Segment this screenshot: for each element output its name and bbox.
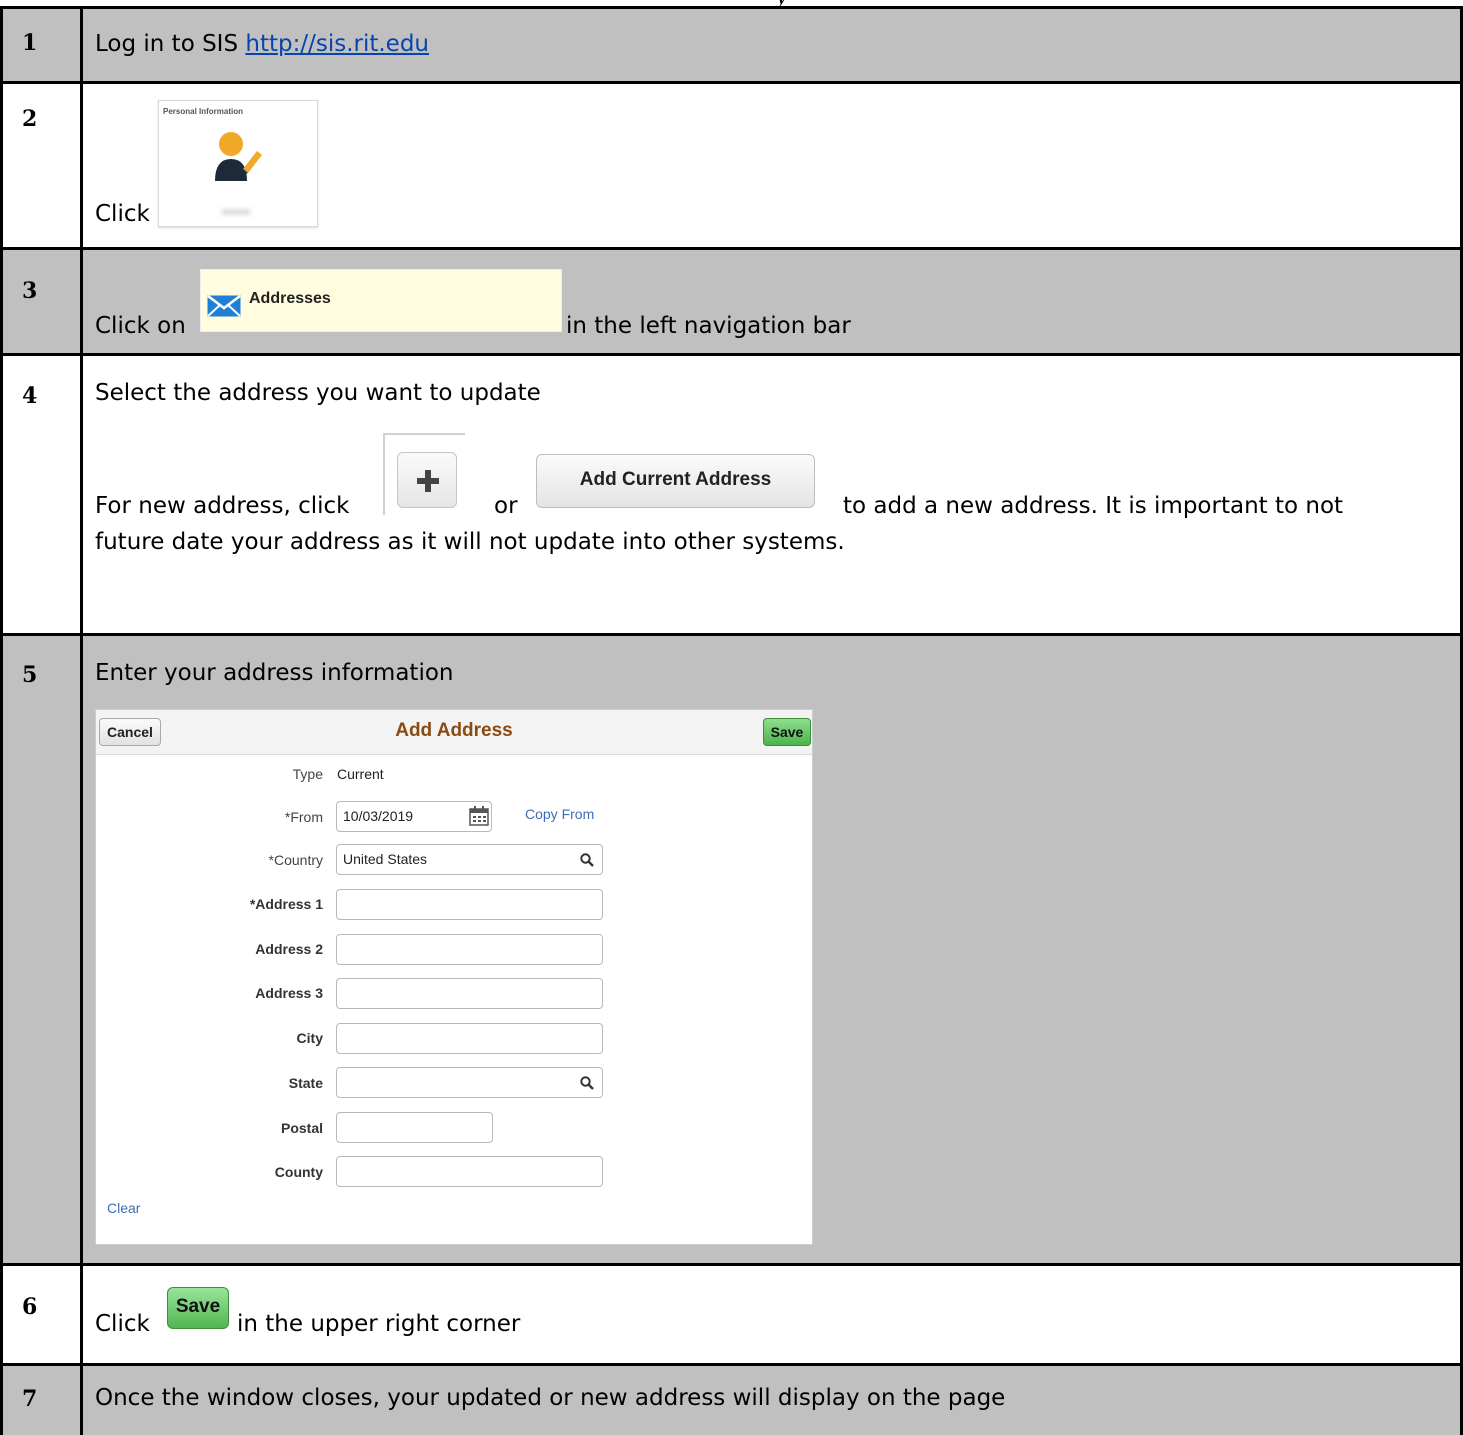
address-1-field[interactable] (336, 889, 603, 920)
step-number: 1 (22, 30, 38, 56)
postal-field[interactable] (336, 1112, 493, 1143)
step-3-text-before: Click on (95, 313, 186, 339)
grid-line (0, 353, 1463, 356)
grid-line (0, 633, 1463, 636)
search-icon[interactable] (580, 853, 594, 867)
add-address-plus-button[interactable] (397, 452, 457, 508)
step-5-text: Enter your address information (95, 660, 454, 686)
county-field[interactable] (336, 1156, 603, 1187)
step-2-text: Click (95, 201, 150, 227)
calendar-icon[interactable] (469, 806, 489, 826)
step-7-text: Once the window closes, your updated or … (95, 1385, 1006, 1411)
grid-line (0, 1263, 1463, 1266)
step-1-text: Log in to SIS http://sis.rit.edu (95, 31, 429, 57)
grid-line (0, 1363, 1463, 1366)
step-number: 5 (22, 662, 38, 688)
save-button[interactable]: Save (763, 718, 811, 746)
step-number: 4 (22, 383, 38, 409)
city-field[interactable] (336, 1023, 603, 1054)
add-current-address-button[interactable]: Add Current Address (536, 454, 815, 508)
address-2-label: Address 2 (255, 941, 323, 957)
step-6-text-after: in the upper right corner (237, 1311, 521, 1337)
from-label: *From (284, 809, 323, 825)
step-4-line-2b: to add a new address. It is important to… (843, 493, 1344, 519)
step-4-line-1: Select the address you want to update (95, 380, 541, 406)
person-edit-icon (215, 132, 262, 181)
step-4-or: or (494, 493, 518, 519)
grid-line (0, 247, 1463, 250)
address-3-label: Address 3 (255, 985, 323, 1001)
save-button-example[interactable]: Save (167, 1287, 229, 1329)
city-label: City (296, 1030, 323, 1046)
address-3-field[interactable] (336, 978, 603, 1009)
state-field[interactable] (336, 1067, 603, 1098)
from-date-value: 10/03/2019 (343, 808, 414, 824)
address-1-label: *Address 1 (249, 896, 323, 912)
step-4-line-3: future date your address as it will not … (95, 529, 845, 555)
step-number: 6 (22, 1294, 38, 1320)
county-label: County (274, 1164, 323, 1180)
postal-label: Postal (280, 1120, 323, 1136)
addresses-nav-item[interactable]: Addresses (200, 269, 562, 332)
country-field[interactable]: United States (336, 844, 603, 875)
state-label: State (288, 1075, 323, 1091)
step-6-text-before: Click (95, 1311, 150, 1337)
grid-line (0, 6, 1463, 9)
form-title: Add Address (395, 720, 513, 741)
step-number: 7 (22, 1386, 38, 1412)
step-number: 2 (22, 106, 38, 132)
grid-line (0, 7, 3, 1435)
addresses-label: Addresses (249, 290, 331, 307)
step-number: 3 (22, 278, 38, 304)
plus-icon (417, 470, 439, 492)
tile-title: Personal Information (163, 107, 244, 116)
grid-line (0, 81, 1463, 84)
sis-link[interactable]: http://sis.rit.edu (245, 31, 429, 57)
tile-subtitle-blur (221, 209, 251, 215)
type-label: Type (292, 766, 323, 782)
country-label: *Country (268, 852, 323, 868)
search-icon[interactable] (580, 1076, 594, 1090)
type-value: Current (337, 766, 384, 782)
envelope-icon (207, 295, 241, 317)
personal-information-tile[interactable]: Personal Information (158, 100, 318, 227)
form-header: Cancel Add Address Save (96, 710, 812, 755)
clear-link[interactable]: Clear (107, 1200, 140, 1216)
country-value: United States (343, 851, 428, 867)
grid-line (80, 7, 83, 1435)
step-3-text-after: in the left navigation bar (566, 313, 851, 339)
step-1-label: Log in to SIS (95, 31, 246, 57)
add-address-form-screenshot: Cancel Add Address Save Type Current *Fr… (95, 709, 813, 1245)
copy-from-link[interactable]: Copy From (525, 806, 594, 822)
step-4-line-2a: For new address, click (95, 493, 350, 519)
address-2-field[interactable] (336, 934, 603, 965)
